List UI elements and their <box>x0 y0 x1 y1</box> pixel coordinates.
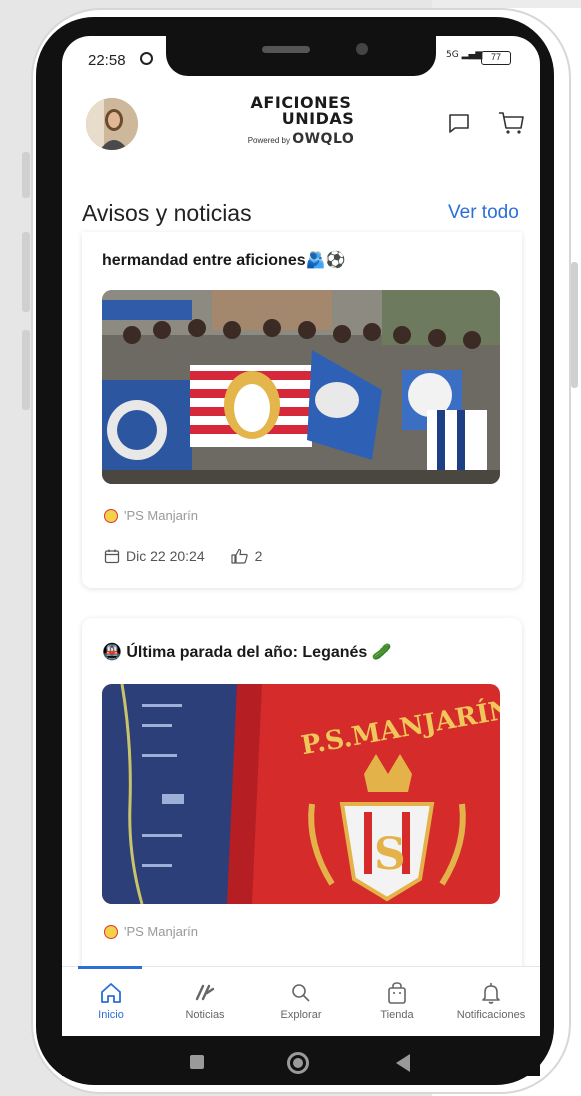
background-strip <box>432 0 581 8</box>
news-card[interactable]: hermandad entre aficiones🫂⚽ 'PS Manjarín… <box>82 232 522 588</box>
calendar-icon <box>104 549 120 564</box>
see-all-link[interactable]: Ver todo <box>448 202 519 224</box>
status-time: 22:58 <box>88 52 126 69</box>
nav-explorar[interactable]: Explorar <box>256 967 346 1021</box>
signal-label: 5G <box>446 50 459 60</box>
like-icon[interactable] <box>231 548 249 564</box>
signal-icon: 5G ▂▄▆ <box>446 50 483 60</box>
author-name: 'PS Manjarín <box>124 508 199 523</box>
post-author[interactable]: 'PS Manjarín <box>104 924 198 939</box>
cart-icon[interactable] <box>497 110 525 136</box>
phone-side-button <box>22 330 30 410</box>
bottom-nav: Inicio Noticias Explorar Tienda Notifica… <box>62 966 540 1036</box>
news-icon <box>195 984 215 1001</box>
post-date: Dic 22 20:24 <box>126 548 205 564</box>
nav-tienda[interactable]: Tienda <box>352 967 442 1021</box>
bell-icon <box>482 983 500 1004</box>
section-title: Avisos y noticias <box>82 200 252 226</box>
avatar-image <box>86 98 138 150</box>
search-icon <box>292 984 310 1002</box>
recents-button[interactable] <box>190 1055 204 1069</box>
home-button[interactable] <box>287 1052 309 1074</box>
svg-text:S: S <box>374 829 406 880</box>
nav-label: Notificaciones <box>456 1009 526 1021</box>
nav-label: Tienda <box>380 1009 414 1021</box>
post-image[interactable]: P.S.MANJARÍN S <box>102 684 500 904</box>
nav-label: Inicio <box>98 1009 124 1021</box>
post-meta: Dic 22 20:24 2 <box>104 548 262 564</box>
nav-label: Explorar <box>280 1009 322 1021</box>
nav-noticias[interactable]: Noticias <box>160 967 250 1021</box>
avatar[interactable] <box>86 98 138 150</box>
post-image[interactable] <box>102 290 500 484</box>
powered-by: Powered by OWQLO <box>236 131 366 147</box>
speaker-grille <box>262 46 310 53</box>
nav-label: Noticias <box>185 1009 225 1021</box>
news-card[interactable]: 🚇 Última parada del año: Leganés 🥒 P.S.M… <box>82 618 522 978</box>
chat-icon[interactable] <box>447 111 471 135</box>
post-title: 🚇 Última parada del año: Leganés 🥒 <box>102 644 392 661</box>
club-crest-icon <box>104 924 118 939</box>
club-crest-icon <box>104 508 118 523</box>
like-count: 2 <box>254 548 263 564</box>
post-title: hermandad entre aficiones🫂⚽ <box>102 252 346 269</box>
status-app-icon <box>140 52 153 65</box>
phone-side-button <box>571 262 578 388</box>
home-icon <box>101 983 121 1003</box>
jersey-photo: P.S.MANJARÍN S <box>102 684 500 904</box>
post-author[interactable]: 'PS Manjarín <box>104 508 198 523</box>
back-button[interactable] <box>396 1054 410 1072</box>
nav-inicio[interactable]: Inicio <box>66 967 156 1021</box>
fans-photo <box>102 290 500 484</box>
nav-notificaciones[interactable]: Notificaciones <box>446 967 536 1021</box>
powered-brand: OWQLO <box>292 131 355 147</box>
shop-bag-icon <box>388 982 406 1004</box>
author-name: 'PS Manjarín <box>124 924 199 939</box>
active-tab-indicator <box>78 966 142 969</box>
front-camera <box>356 43 368 55</box>
camera-notch <box>166 28 436 76</box>
battery-icon: 77 <box>481 51 511 65</box>
powered-by-label: Powered by <box>247 136 290 145</box>
phone-side-button <box>22 232 30 312</box>
phone-side-button <box>22 152 30 198</box>
logo-line-2: UNIDAS <box>281 109 355 128</box>
app-logo: AFICIONES UNIDAS Powered by OWQLO <box>236 95 366 148</box>
